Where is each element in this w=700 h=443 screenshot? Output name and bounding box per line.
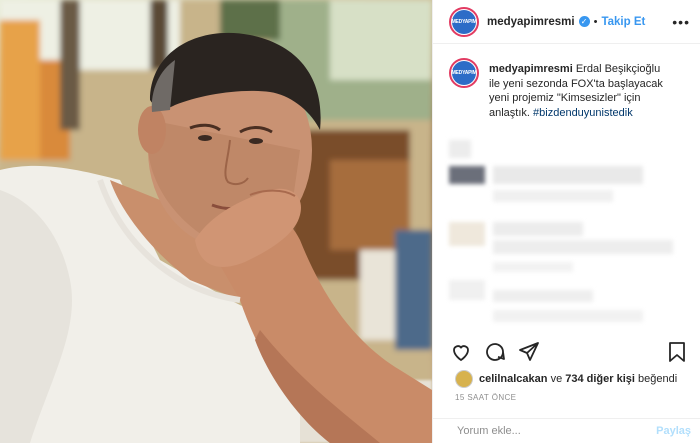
more-options-icon[interactable]: ••• — [672, 14, 690, 30]
hashtag-link[interactable]: #bizdenduyunistedik — [533, 107, 633, 119]
heart-icon[interactable] — [449, 340, 473, 364]
liker-username[interactable]: celilnalcakan — [479, 373, 548, 385]
caption-username[interactable]: medyapimresmi — [489, 63, 573, 75]
caption-block: MEDYAPIM medyapimresmi Erdal Beşikçioğlu… — [433, 44, 700, 120]
separator-dot: • — [593, 15, 598, 28]
comment-icon[interactable] — [483, 340, 507, 364]
post-header: MEDYAPIM medyapimresmi ✓ • Takip Et ••• — [433, 0, 700, 44]
post-photo[interactable] — [0, 0, 432, 443]
caption-avatar[interactable]: MEDYAPIM — [449, 58, 479, 88]
avatar-logo: MEDYAPIM — [452, 9, 477, 34]
share-icon[interactable] — [517, 340, 541, 364]
follow-button[interactable]: Takip Et — [601, 16, 645, 28]
portrait-image — [0, 0, 432, 443]
action-bar — [449, 338, 689, 366]
post-timestamp[interactable]: 15 SAAT ÖNCE — [455, 393, 516, 402]
blurred-comments — [433, 130, 700, 345]
caption-avatar-logo: MEDYAPIM — [452, 61, 477, 85]
comment-bar: Paylaş — [433, 418, 700, 443]
caption-text: medyapimresmi Erdal Beşikçioğlu ile yeni… — [489, 62, 669, 120]
bookmark-icon[interactable] — [665, 340, 689, 364]
likes-count[interactable]: 734 diğer kişi — [565, 373, 635, 385]
likes-connector: ve — [550, 373, 563, 385]
post-comment-button[interactable]: Paylaş — [656, 425, 691, 437]
comment-input[interactable] — [455, 424, 657, 438]
username-link[interactable]: medyapimresmi — [487, 16, 575, 28]
verified-badge-icon: ✓ — [578, 16, 590, 27]
likes-line: celilnalcakan ve 734 diğer kişi beğendi — [455, 370, 677, 388]
post-side-panel: MEDYAPIM medyapimresmi ✓ • Takip Et ••• … — [432, 0, 700, 443]
likes-suffix: beğendi — [638, 373, 678, 385]
profile-avatar[interactable]: MEDYAPIM — [449, 6, 479, 37]
liker-avatar[interactable] — [455, 370, 473, 388]
